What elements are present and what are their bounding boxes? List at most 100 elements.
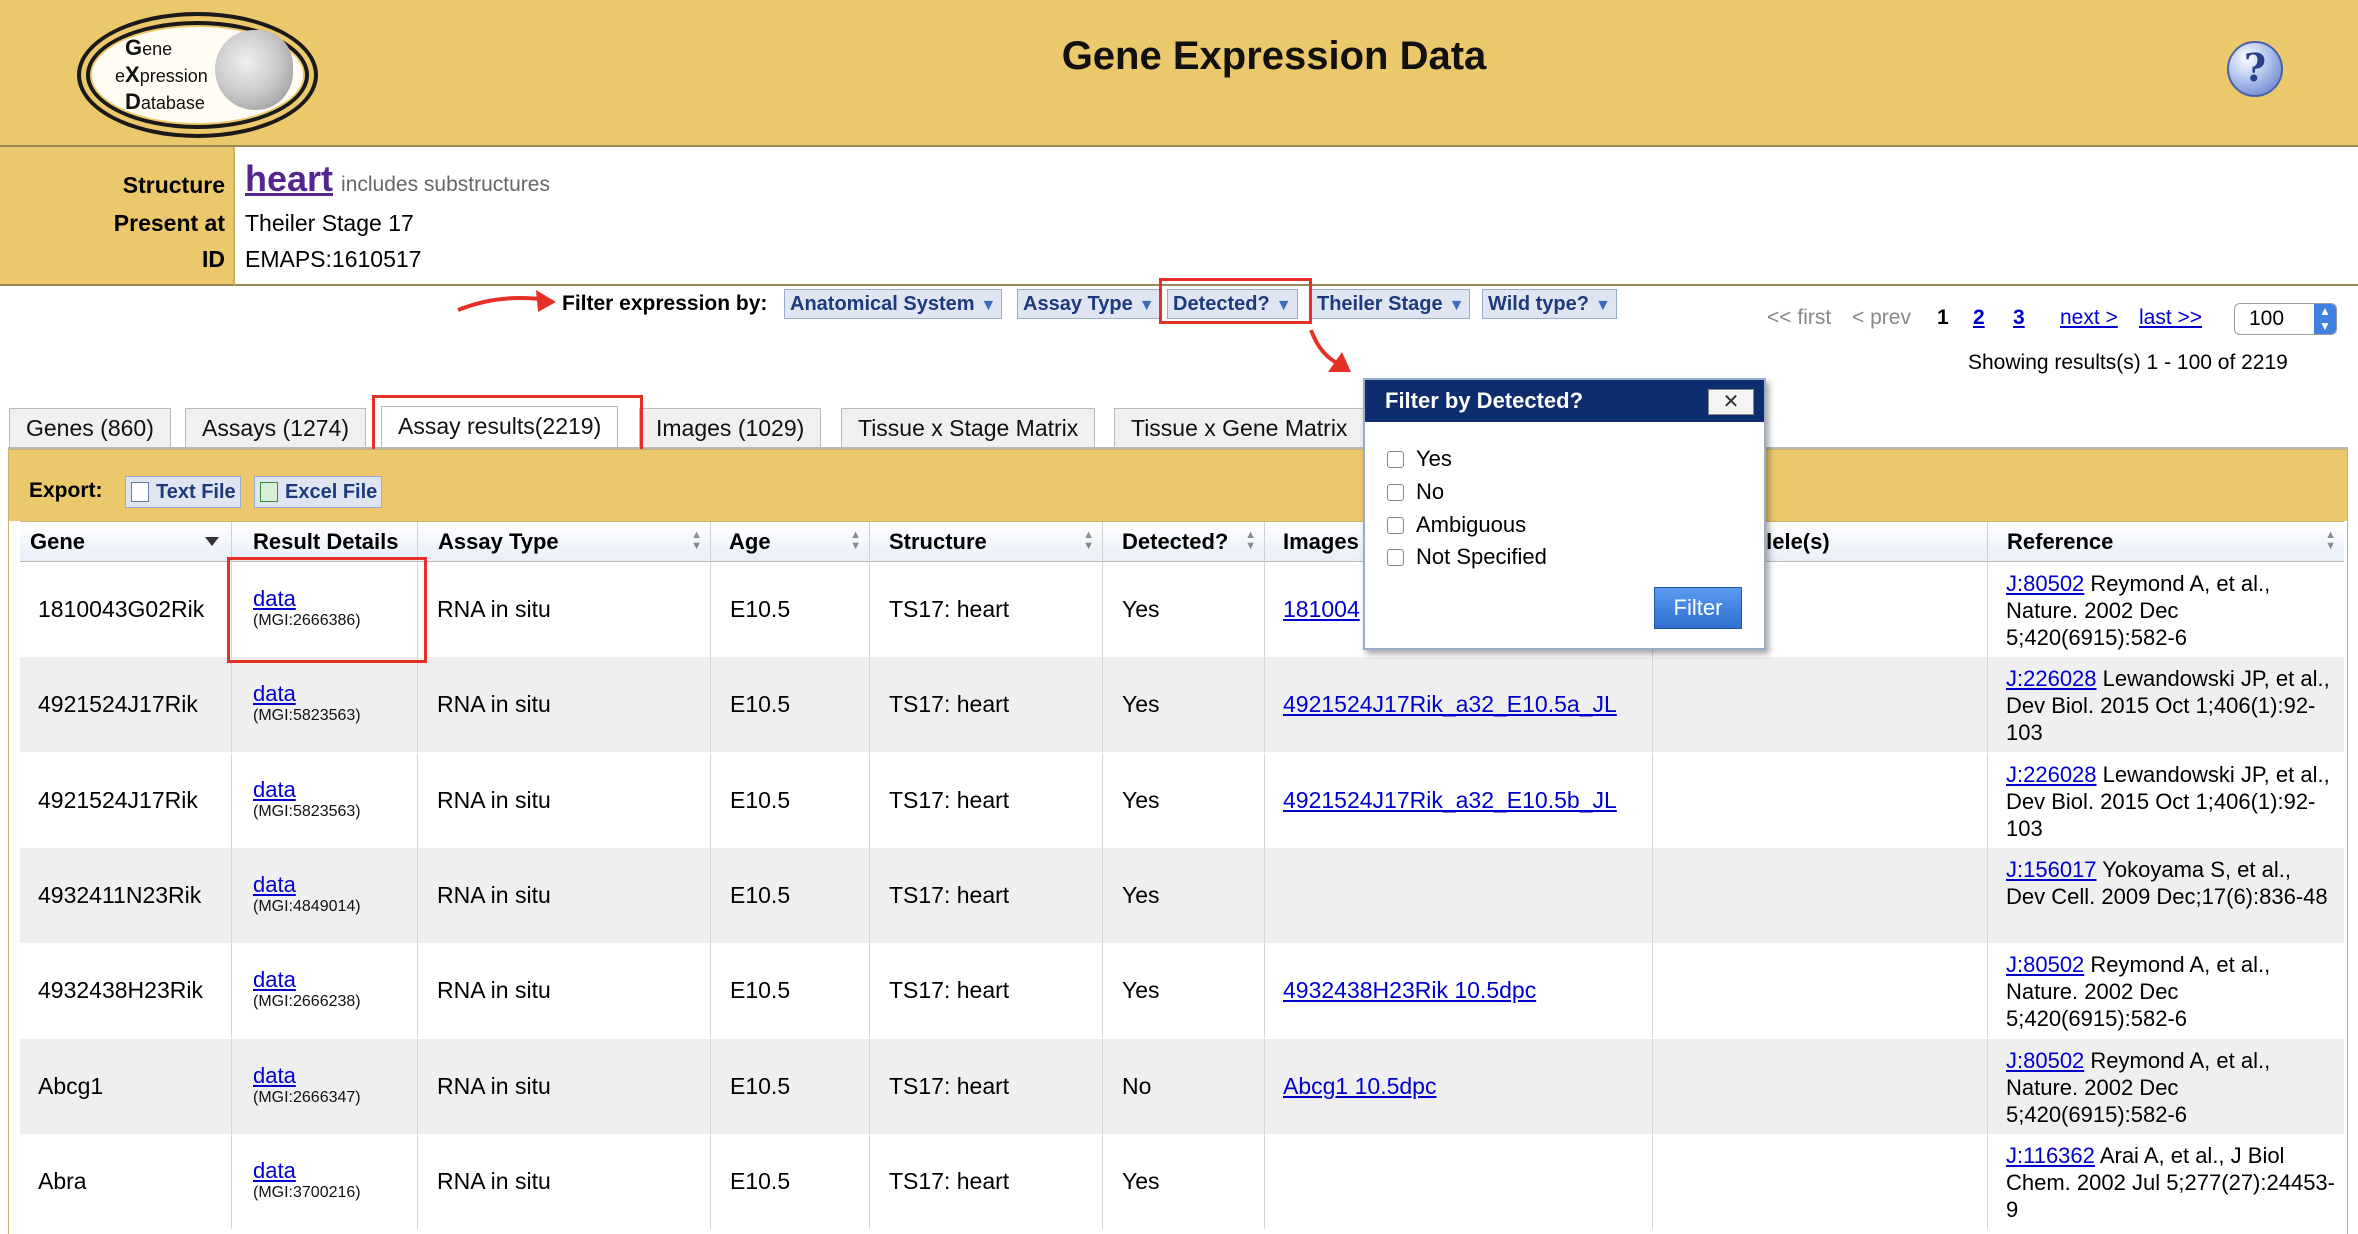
cell-result-details: data (MGI:5823563) [232,753,418,848]
pager-first[interactable]: << first [1767,306,1831,330]
cell-detected: Yes [1103,753,1265,848]
gene-symbol: 1810043G02Rik [38,596,205,622]
structure-link[interactable]: heart [245,158,333,199]
tab-tissue-stage-matrix[interactable]: Tissue x Stage Matrix [841,408,1096,447]
close-icon[interactable]: ✕ [1708,389,1754,415]
cell-reference: J:80502 Reymond A, et al., Nature. 2002 … [1988,1039,2344,1134]
filter-label: Filter expression by: [562,292,768,315]
detected-text: Yes [1122,977,1160,1003]
cell-structure: TS17: heart [870,753,1103,848]
col-assay-type[interactable]: Assay Type ▲ ▼ [418,522,711,563]
table-row: 4932438H23Rik data (MGI:2666238) RNA in sit… [20,943,2344,1038]
pager-page-3[interactable]: 3 [2013,306,2025,330]
image-link[interactable]: 181004 [1283,596,1360,623]
image-link[interactable]: Abcg1 10.5dpc [1283,1073,1436,1100]
option-ambiguous[interactable]: Ambiguous [1387,512,1526,538]
funnel-icon: ▼ [980,297,997,314]
pager-prev[interactable]: < prev [1852,306,1911,330]
result-details-link[interactable]: data [253,1159,361,1182]
header-bar: Gene eXpression Database Gene Expression… [0,0,2358,147]
cell-assay-type: RNA in situ [418,1039,711,1134]
table-row: Abcg1 data (MGI:2666347) RNA in situ E10.5 TS… [20,1039,2344,1134]
structure-text: TS17: heart [889,787,1010,813]
arrow-to-filter-label [457,295,549,312]
reference-link[interactable]: J:226028 [2006,762,2097,787]
tab-genes[interactable]: Genes (860) [9,408,171,447]
help-icon[interactable]: ? [2227,41,2283,97]
cell-assay-type: RNA in situ [418,562,711,657]
cell-gene: 4932438H23Rik [20,943,232,1038]
cell-reference: J:226028 Lewandowski JP, et al., Dev Bio… [1988,657,2344,752]
result-details-link[interactable]: data [253,1064,361,1087]
tab-assays[interactable]: Assays (1274) [185,408,367,447]
col-gene[interactable]: Gene [20,522,232,563]
export-text-file-button[interactable]: Text File [125,476,241,508]
pager-page-2[interactable]: 2 [1973,306,1985,330]
sort-icon: ▲ ▼ [691,529,702,552]
result-details-link[interactable]: data [253,968,361,991]
structure-text: TS17: heart [889,882,1010,908]
filter-detected-popup: Filter by Detected? ✕ Yes No Ambiguous N… [1363,378,1766,650]
option-no[interactable]: No [1387,479,1444,505]
export-excel-file-button[interactable]: Excel File [254,476,383,508]
pager-last[interactable]: last >> [2139,306,2202,330]
pager-next[interactable]: next > [2060,306,2118,330]
image-link[interactable]: 4921524J17Rik_a32_E10.5a_JL [1283,691,1617,718]
option-yes[interactable]: Yes [1387,446,1452,472]
col-structure[interactable]: Structure ▲ ▼ [870,522,1103,563]
filter-wild-type-button[interactable]: Wild type? ▼ [1482,289,1617,319]
filter-anatomical-system-button[interactable]: Anatomical System ▼ [784,289,1003,319]
reference-link[interactable]: J:226028 [2006,666,2097,691]
sort-icon: ▲ ▼ [1083,529,1094,552]
image-link[interactable]: 4932438H23Rik 10.5dpc [1283,977,1536,1004]
reference-link[interactable]: J:156017 [2006,857,2097,882]
reference-link[interactable]: J:80502 [2006,1048,2084,1073]
col-reference[interactable]: Reference ▲ ▼ [1988,522,2344,563]
arrowhead-filter-label [536,290,556,312]
image-link[interactable]: 4921524J17Rik_a32_E10.5b_JL [1283,787,1617,814]
cell-gene: Abcg1 [20,1039,232,1134]
cell-result-details: data (MGI:2666347) [232,1039,418,1134]
option-not-specified[interactable]: Not Specified [1387,544,1547,570]
id-label: ID [202,246,225,272]
cell-mutant-alleles [1653,753,1988,848]
col-age[interactable]: Age ▲ ▼ [711,522,870,563]
checkbox-not-specified[interactable] [1387,548,1404,566]
assay-type-text: RNA in situ [437,882,551,908]
table-row: 4921524J17Rik data (MGI:5823563) RNA in sit… [20,657,2344,752]
age-text: E10.5 [730,977,791,1003]
tab-images[interactable]: Images (1029) [639,408,822,447]
cell-result-details: data (MGI:3700216) [232,1134,418,1229]
tab-tissue-gene-matrix[interactable]: Tissue x Gene Matrix [1114,408,1365,447]
cell-age: E10.5 [711,657,870,752]
result-details-link[interactable]: data [253,778,361,801]
filter-assay-type-button[interactable]: Assay Type ▼ [1017,289,1161,319]
mgi-id: (MGI:3700216) [253,1183,361,1201]
checkbox-ambiguous[interactable] [1387,516,1404,534]
age-text: E10.5 [730,1073,791,1099]
col-detected[interactable]: Detected? ▲ ▼ [1103,522,1265,563]
cell-detected: Yes [1103,943,1265,1038]
cell-age: E10.5 [711,562,870,657]
reference-link[interactable]: J:80502 [2006,952,2084,977]
per-page-select[interactable]: 100 ▲ ▼ [2234,303,2337,335]
cell-mutant-alleles [1653,657,1988,752]
popup-filter-button[interactable]: Filter [1654,587,1742,629]
result-details-link[interactable]: data [253,873,361,896]
checkbox-yes[interactable] [1387,450,1404,468]
sort-icon: ▲ ▼ [1245,529,1256,552]
cell-structure: TS17: heart [870,943,1103,1038]
cell-assay-type: RNA in situ [418,1134,711,1229]
reference-link[interactable]: J:80502 [2006,571,2084,596]
reference-link[interactable]: J:116362 [2006,1143,2095,1168]
table-row: 4921524J17Rik data (MGI:5823563) RNA in sit… [20,753,2344,848]
cell-structure: TS17: heart [870,1134,1103,1229]
age-text: E10.5 [730,882,791,908]
sort-desc-icon [205,537,219,546]
cell-assay-type: RNA in situ [418,753,711,848]
result-details-link[interactable]: data [253,682,361,705]
filter-theiler-stage-button[interactable]: Theiler Stage ▼ [1311,289,1471,319]
assay-type-text: RNA in situ [437,977,551,1003]
checkbox-no[interactable] [1387,483,1404,501]
cell-age: E10.5 [711,943,870,1038]
